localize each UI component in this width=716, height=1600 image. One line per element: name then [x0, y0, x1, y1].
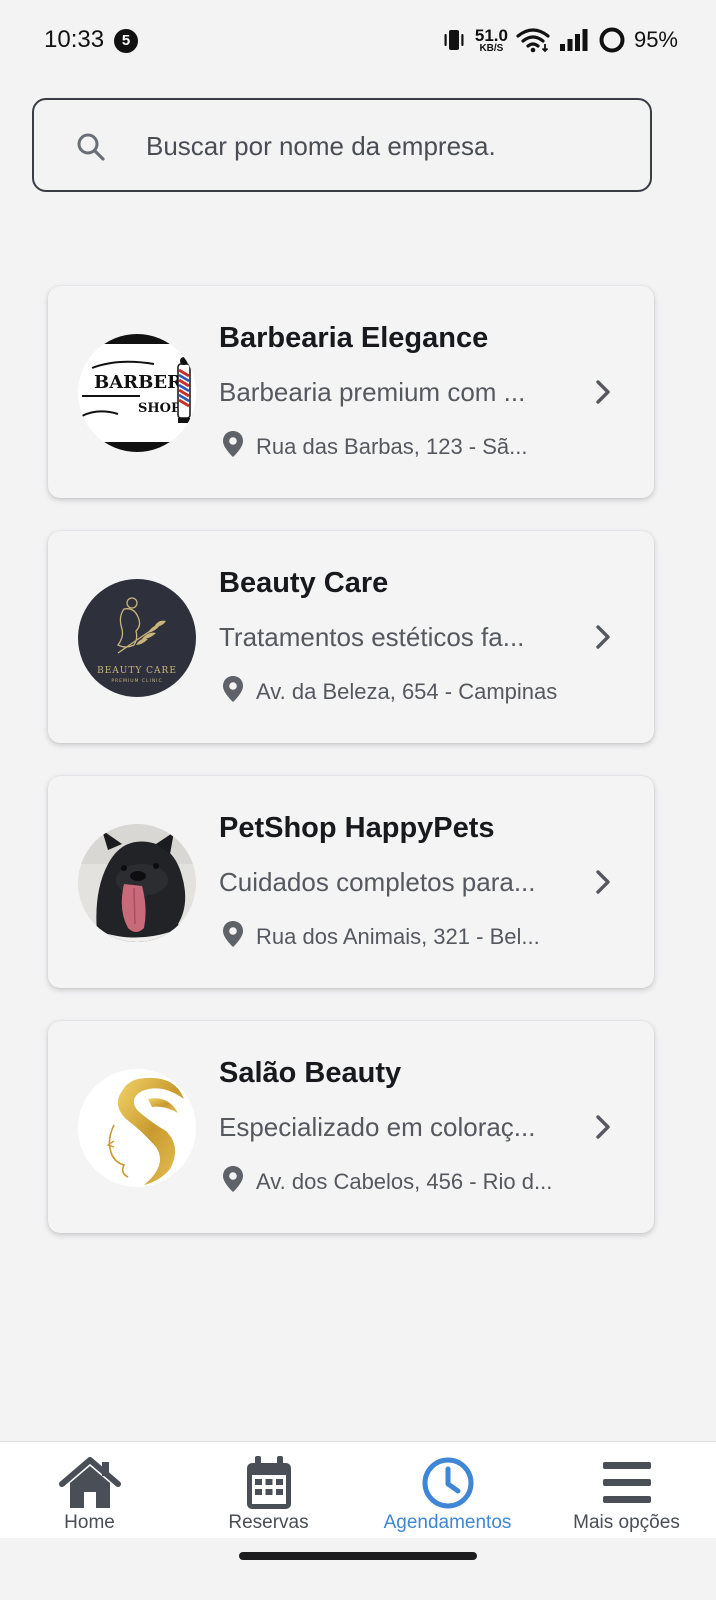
- status-time: 10:33: [44, 26, 105, 53]
- nav-home[interactable]: Home: [0, 1442, 179, 1539]
- business-name: Barbearia Elegance: [219, 322, 489, 354]
- business-description: Tratamentos estéticos fa...: [219, 622, 525, 652]
- system-gesture-area: [0, 1538, 716, 1600]
- nav-reservas[interactable]: Reservas: [179, 1442, 358, 1539]
- vibrate-icon: [441, 27, 467, 53]
- svg-text:PREMIUM CLINIC: PREMIUM CLINIC: [111, 678, 162, 684]
- notification-count-badge: 5: [114, 29, 138, 53]
- nav-agendamentos-label: Agendamentos: [383, 1512, 512, 1533]
- business-description: Barbearia premium com ...: [219, 377, 526, 407]
- clock-icon: [421, 1454, 475, 1512]
- business-address-text: Rua dos Animais, 321 - Bel...: [256, 923, 540, 949]
- menu-icon: [601, 1454, 653, 1512]
- battery-ring-icon: [598, 26, 626, 54]
- calendar-icon: [243, 1454, 295, 1512]
- svg-text:BARBER: BARBER: [94, 372, 183, 393]
- business-card-petshop-happypets[interactable]: PetShop HappyPets Cuidados completos par…: [48, 776, 654, 988]
- location-pin-icon: [222, 920, 244, 953]
- business-address-text: Av. da Beleza, 654 - Campinas: [256, 678, 558, 704]
- business-card-beauty-care[interactable]: BEAUTY CARE PREMIUM CLINIC Beauty Care T…: [48, 531, 654, 743]
- bottom-navigation: Home Reservas Agendamentos Mais opções: [0, 1441, 716, 1539]
- business-address-text: Rua das Barbas, 123 - Sã...: [256, 433, 528, 459]
- chevron-right-icon[interactable]: [594, 623, 612, 656]
- chevron-right-icon[interactable]: [594, 378, 612, 411]
- network-speed-value: 51.0: [474, 25, 508, 45]
- gesture-handle[interactable]: [239, 1552, 477, 1560]
- business-name: PetShop HappyPets: [219, 812, 495, 844]
- search-input[interactable]: [146, 126, 626, 166]
- wifi-icon: [516, 27, 550, 53]
- business-address: Av. dos Cabelos, 456 - Rio d...: [222, 1165, 562, 1198]
- business-address: Rua dos Animais, 321 - Bel...: [222, 920, 562, 953]
- business-name: Beauty Care: [219, 567, 389, 599]
- barber-shop-logo: BARBER SHOP: [78, 334, 196, 452]
- network-speed: 51.0 KB/S: [475, 27, 508, 54]
- gold-hair-logo: [78, 1069, 196, 1187]
- network-speed-unit: KB/S: [479, 42, 504, 54]
- battery-percentage: 95%: [633, 27, 678, 52]
- business-description: Cuidados completos para...: [219, 867, 536, 897]
- signal-icon: [558, 27, 590, 53]
- chevron-right-icon[interactable]: [594, 868, 612, 901]
- nav-agendamentos[interactable]: Agendamentos: [358, 1442, 537, 1539]
- business-address: Av. da Beleza, 654 - Campinas: [222, 675, 562, 708]
- business-card-salao-beauty[interactable]: Salão Beauty Especializado em coloraç...…: [48, 1021, 654, 1233]
- location-pin-icon: [222, 1165, 244, 1198]
- search-box[interactable]: [32, 98, 652, 192]
- location-pin-icon: [222, 675, 244, 708]
- dog-photo: [78, 824, 196, 942]
- nav-mais-opcoes[interactable]: Mais opções: [537, 1442, 716, 1539]
- status-bar: 10:33 5 51.0 KB/S 95%: [0, 0, 716, 80]
- chevron-right-icon[interactable]: [594, 1113, 612, 1146]
- status-indicators: 51.0 KB/S 95%: [441, 22, 678, 58]
- beauty-care-logo: BEAUTY CARE PREMIUM CLINIC: [78, 579, 196, 697]
- business-address-text: Av. dos Cabelos, 456 - Rio d...: [256, 1168, 553, 1194]
- business-address: Rua das Barbas, 123 - Sã...: [222, 430, 562, 463]
- home-icon: [58, 1454, 122, 1512]
- svg-text:BEAUTY CARE: BEAUTY CARE: [97, 666, 177, 676]
- nav-reservas-label: Reservas: [228, 1512, 309, 1533]
- nav-mais-opcoes-label: Mais opções: [573, 1512, 680, 1533]
- nav-home-label: Home: [64, 1512, 115, 1533]
- business-name: Salão Beauty: [219, 1057, 402, 1089]
- business-card-barbearia-elegance[interactable]: BARBER SHOP Barbearia Elegance Barbearia…: [48, 286, 654, 498]
- svg-text:SHOP: SHOP: [138, 401, 181, 416]
- search-icon: [76, 132, 106, 167]
- location-pin-icon: [222, 430, 244, 463]
- business-description: Especializado em coloraç...: [219, 1112, 536, 1142]
